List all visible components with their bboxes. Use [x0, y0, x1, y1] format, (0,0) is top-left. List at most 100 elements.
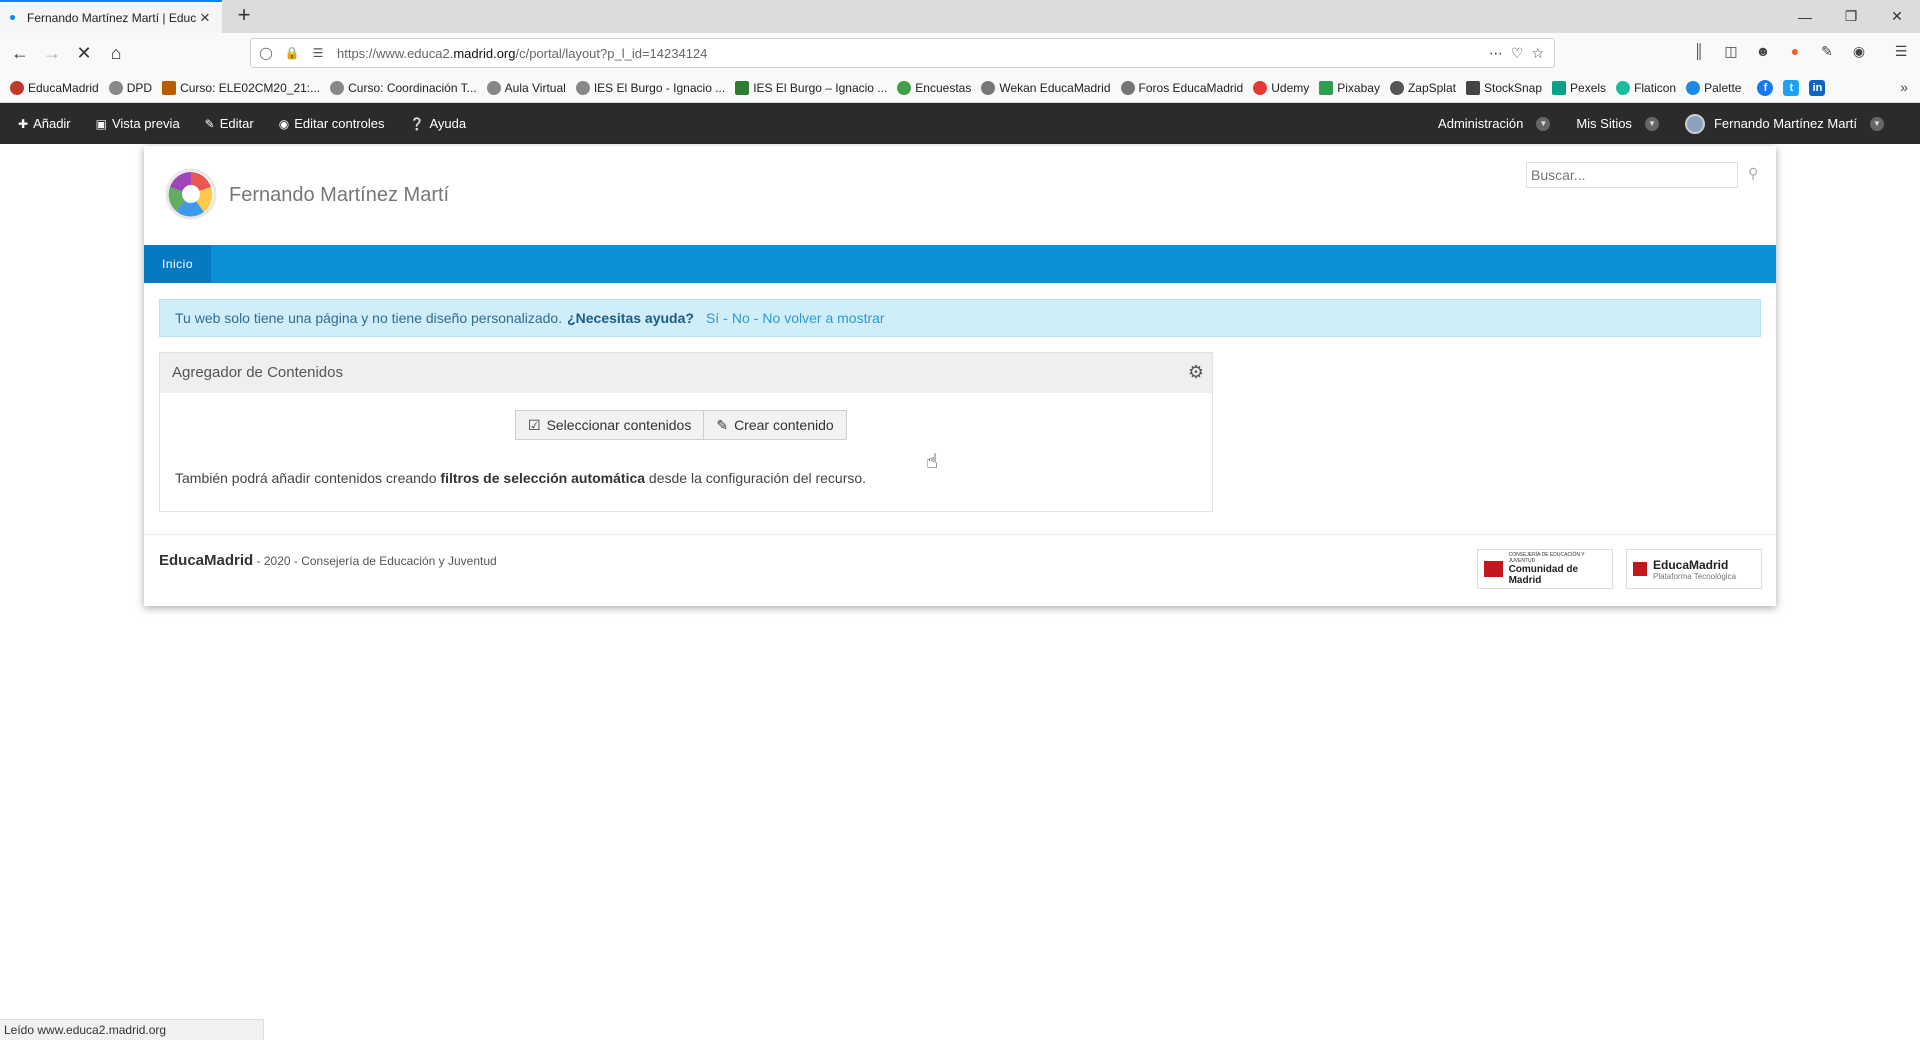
bookmark-favicon: [575, 80, 590, 95]
my-sites-menu[interactable]: Mis Sitios ▼: [1576, 116, 1659, 131]
portlet-title: Agregador de Contenidos: [172, 364, 343, 381]
page-actions-icon[interactable]: ⋯: [1489, 45, 1503, 62]
add-button[interactable]: ✚ Añadir: [18, 116, 71, 131]
forward-icon[interactable]: →: [38, 39, 66, 67]
lock-icon[interactable]: 🔒: [281, 42, 303, 64]
user-menu[interactable]: Fernando Martínez Martí ▼: [1684, 113, 1884, 134]
bookmark-udemy[interactable]: Udemy: [1253, 80, 1309, 95]
administration-menu[interactable]: Administración ▼: [1438, 116, 1551, 131]
tab-loading-indicator: [10, 15, 15, 20]
search-icon[interactable]: ⚲: [1748, 165, 1758, 182]
shield-icon[interactable]: ◯: [255, 42, 277, 64]
bookmarks-overflow-icon[interactable]: »: [1900, 79, 1908, 95]
bookmark-stocksnap[interactable]: StockSnap: [1465, 80, 1542, 95]
bookmark-curso-coordinacion[interactable]: Curso: Coordinación T...: [330, 80, 477, 95]
facebook-icon[interactable]: f: [1757, 79, 1774, 96]
plus-icon: ✚: [18, 116, 29, 131]
edit-button[interactable]: ✎ Editar: [205, 116, 254, 131]
gear-icon[interactable]: ⚙: [1188, 362, 1204, 383]
bookmarks-bar: EducaMadrid DPD Curso: ELE02CM20_21:... …: [0, 73, 1920, 103]
extension-puzzle-icon[interactable]: ◉: [1848, 43, 1870, 63]
bookmark-favicon: [897, 80, 912, 95]
eyedropper-icon[interactable]: ✎: [1816, 43, 1838, 63]
dockbar: ✚ Añadir ▣ Vista previa ✎ Editar ◉ Editar co…: [0, 103, 1920, 144]
checkbox-icon: ☑: [528, 416, 541, 433]
url-text[interactable]: https://www.educa2.madrid.org/c/portal/l…: [337, 46, 1489, 61]
search-input[interactable]: [1526, 162, 1738, 188]
back-icon[interactable]: ←: [6, 39, 34, 67]
status-bar: Leído www.educa2.madrid.org: [0, 1019, 264, 1040]
site-title: Fernando Martínez Martí: [229, 184, 450, 206]
window-close-button[interactable]: ✕: [1874, 0, 1920, 33]
edit-controls-button[interactable]: ◉ Editar controles: [279, 116, 385, 131]
browser-nav-bar: ← → ✕ ⌂ ◯ 🔒 ☰ https://www.educa2.madrid.…: [0, 33, 1920, 73]
bookmark-favicon: [108, 80, 123, 95]
avatar: [1684, 113, 1705, 134]
browser-tab-active[interactable]: Fernando Martínez Martí | Educ... ×: [0, 0, 222, 33]
bookmark-favicon: [1319, 80, 1334, 95]
bookmark-pexels[interactable]: Pexels: [1552, 80, 1606, 95]
bookmark-favicon: [1686, 80, 1701, 95]
portlet-info-text: También podrá añadir contenidos creando …: [175, 470, 867, 486]
close-icon[interactable]: ×: [196, 8, 214, 28]
pocket-icon[interactable]: ♡: [1511, 45, 1524, 62]
bookmark-aula-virtual[interactable]: Aula Virtual: [486, 80, 566, 95]
portlet-header: Agregador de Contenidos ⚙: [160, 353, 1212, 393]
url-bar[interactable]: ◯ 🔒 ☰ https://www.educa2.madrid.org/c/po…: [250, 38, 1555, 68]
bookmark-favicon: [1552, 80, 1567, 95]
bookmark-favicon: [486, 80, 501, 95]
new-tab-button[interactable]: +: [232, 4, 256, 28]
camera-icon: [1465, 80, 1480, 95]
bookmark-pixabay[interactable]: Pixabay: [1319, 80, 1380, 95]
preview-button[interactable]: ▣ Vista previa: [96, 116, 180, 131]
portlet-button-group: ☑ Seleccionar contenidos ✎ Crear contenido: [515, 410, 847, 440]
question-icon: ❔: [409, 116, 425, 131]
extension-icon[interactable]: ●: [1784, 43, 1806, 63]
linkedin-icon[interactable]: in: [1809, 79, 1826, 96]
menu-icon[interactable]: ☰: [1890, 43, 1912, 63]
help-button[interactable]: ❔ Ayuda: [410, 116, 467, 131]
bookmark-favicon: [1389, 80, 1404, 95]
globe-icon: [1120, 80, 1135, 95]
account-icon[interactable]: ☻: [1752, 43, 1774, 63]
bookmark-favicon: [735, 80, 750, 95]
bookmark-foros[interactable]: Foros EducaMadrid: [1120, 80, 1243, 95]
site-logo[interactable]: [164, 167, 218, 221]
browser-tab-bar: Fernando Martínez Martí | Educ... × + — …: [0, 0, 1920, 33]
bookmark-star-icon[interactable]: ☆: [1531, 45, 1544, 62]
minimize-button[interactable]: —: [1782, 0, 1828, 33]
home-icon[interactable]: ⌂: [102, 39, 130, 67]
bookmark-flaticon[interactable]: Flaticon: [1616, 80, 1676, 95]
eye-icon: ◉: [278, 116, 290, 131]
footer-text: EducaMadrid - 2020 - Consejería de Educa…: [159, 552, 497, 569]
bookmark-dpd[interactable]: DPD: [108, 80, 152, 95]
create-content-button[interactable]: ✎ Crear contenido: [704, 410, 847, 440]
bookmark-wekan[interactable]: Wekan EducaMadrid: [981, 80, 1111, 95]
bookmark-zapsplat[interactable]: ZapSplat: [1389, 80, 1456, 95]
bookmark-educamadrid[interactable]: EducaMadrid: [10, 80, 99, 95]
nav-item-inicio[interactable]: Inicio: [144, 245, 212, 283]
library-icon[interactable]: ║: [1688, 43, 1710, 63]
chevron-down-icon: ▼: [1870, 116, 1884, 131]
twitter-icon[interactable]: t: [1783, 79, 1800, 96]
alert-yes-link[interactable]: Sí: [706, 310, 719, 326]
globe-icon: [981, 80, 996, 95]
stop-loading-icon[interactable]: ✕: [70, 39, 98, 67]
alert-message: Tu web solo tiene una página y no tiene …: [175, 310, 563, 326]
bookmark-encuestas[interactable]: Encuestas: [897, 80, 971, 95]
sidebar-icon[interactable]: ◫: [1720, 43, 1742, 63]
bookmark-palette[interactable]: Palette: [1686, 80, 1741, 95]
bookmark-favicon: [1616, 80, 1631, 95]
select-contents-button[interactable]: ☑ Seleccionar contenidos: [515, 410, 705, 440]
bookmark-ies-el-burgo-1[interactable]: IES El Burgo - Ignacio ...: [575, 80, 725, 95]
hand-cursor-icon: ☝: [926, 451, 939, 473]
restore-button[interactable]: ❐: [1828, 0, 1874, 33]
educamadrid-logo[interactable]: EducaMadrid Plataforma Tecnológica: [1626, 549, 1762, 589]
alert-no-link[interactable]: No: [732, 310, 750, 326]
alert-dont-show-link[interactable]: No volver a mostrar: [762, 310, 884, 326]
permissions-icon[interactable]: ☰: [307, 42, 329, 64]
bookmark-ies-el-burgo-2[interactable]: IES El Burgo – Ignacio ...: [735, 80, 887, 95]
bookmark-curso-ele[interactable]: Curso: ELE02CM20_21:...: [162, 80, 320, 95]
bookmark-favicon: [10, 80, 24, 95]
comunidad-madrid-logo[interactable]: CONSEJERÍA DE EDUCACIÓN Y JUVENTUD Comun…: [1477, 549, 1613, 589]
